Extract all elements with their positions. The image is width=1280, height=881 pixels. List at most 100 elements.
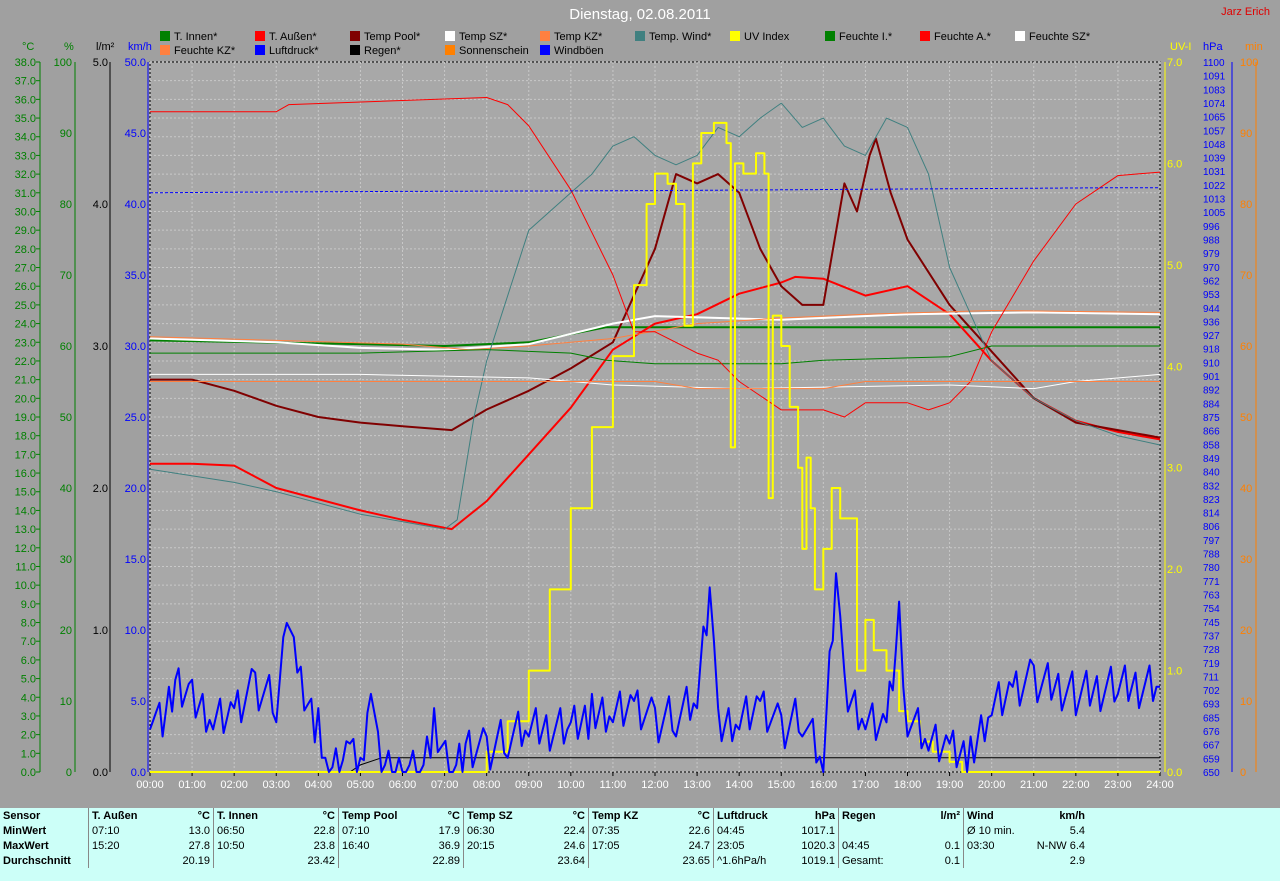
pressure-tick-label: 1013 [1203, 195, 1226, 206]
temp-tick-label: 38.0 [15, 57, 36, 69]
legend-label: Temp SZ* [459, 31, 508, 43]
legend-label: Feuchte A.* [934, 31, 991, 43]
stats-cell: 07:10 [338, 823, 405, 838]
legend-swatch [635, 31, 645, 41]
legend-label: Sonnenschein [459, 45, 529, 57]
sun-tick-label: 10 [1240, 696, 1252, 708]
wind-tick-label: 30.0 [125, 341, 146, 353]
pressure-tick-label: 771 [1203, 577, 1220, 588]
legend-item: Feuchte A.* [920, 31, 991, 43]
pressure-tick-label: 979 [1203, 249, 1220, 260]
temp-tick-label: 7.0 [21, 636, 36, 648]
pressure-tick-label: 1005 [1203, 208, 1226, 219]
temp-tick-label: 14.0 [15, 505, 36, 517]
pressure-tick-label: 693 [1203, 700, 1220, 711]
stats-cell [88, 853, 155, 868]
stats-cell: 23.64 [557, 854, 585, 867]
legend-item: Temp KZ* [540, 31, 602, 43]
rain-tick-label: 3.0 [93, 341, 108, 353]
sun-tick-label: 50 [1240, 412, 1252, 424]
legend-item: Temp Pool* [350, 31, 420, 43]
pressure-tick-label: 970 [1203, 263, 1220, 274]
pressure-tick-label: 788 [1203, 550, 1220, 561]
stats-cell: T. Außen [88, 808, 155, 823]
stats-cell [463, 853, 530, 868]
humidity-tick-label: 0 [66, 767, 72, 779]
pressure-tick-label: 910 [1203, 358, 1220, 369]
stats-cell: 23.8 [313, 839, 335, 852]
stats-cell: MaxWert [3, 839, 49, 852]
pressure-tick-label: 1022 [1203, 181, 1226, 192]
pressure-tick-label: 667 [1203, 741, 1220, 752]
stats-cell: Luftdruck [713, 808, 780, 823]
pressure-tick-label: 936 [1203, 317, 1220, 328]
stats-cell: 0.1 [944, 854, 960, 867]
legend-item: Windböen [540, 45, 604, 57]
stats-cell: 07:35 [588, 823, 655, 838]
legend-item: Sonnenschein [445, 45, 529, 57]
x-tick-label: 01:00 [178, 779, 206, 791]
pressure-tick-label: 763 [1203, 591, 1220, 602]
pressure-tick-label: 832 [1203, 481, 1220, 492]
pressure-tick-label: 875 [1203, 413, 1220, 424]
wind-tick-label: 40.0 [125, 199, 146, 211]
legend-swatch [445, 45, 455, 55]
pressure-tick-label: 866 [1203, 427, 1220, 438]
temp-tick-label: 18.0 [15, 431, 36, 443]
stats-cell: Temp SZ [463, 808, 530, 823]
x-tick-label: 23:00 [1104, 779, 1132, 791]
stats-cell: 24.6 [563, 839, 585, 852]
uv-tick-label: 5.0 [1167, 260, 1182, 272]
uv-tick-label: 6.0 [1167, 158, 1182, 170]
legend-swatch [255, 31, 265, 41]
stats-cell: 22.89 [432, 854, 460, 867]
temp-tick-label: 32.0 [15, 169, 36, 181]
legend-item: Regen* [350, 45, 401, 57]
pressure-tick-label: 927 [1203, 331, 1220, 342]
legend-label: Temp Pool* [364, 31, 421, 43]
axis-title: l/m² [96, 41, 115, 53]
uv-tick-label: 0.0 [1167, 767, 1182, 779]
wind-tick-label: 45.0 [125, 128, 146, 140]
temp-tick-label: 11.0 [15, 561, 36, 573]
legend-item: Feuchte I.* [825, 31, 892, 43]
legend-swatch [350, 31, 360, 41]
sun-tick-label: 100 [1240, 57, 1258, 69]
x-tick-label: 04:00 [305, 779, 333, 791]
pressure-tick-label: 814 [1203, 509, 1220, 520]
chart-title: Dienstag, 02.08.2011 [569, 6, 711, 23]
legend-swatch [445, 31, 455, 41]
pressure-tick-label: 858 [1203, 440, 1220, 451]
stats-cell [905, 823, 964, 838]
pressure-tick-label: 944 [1203, 304, 1220, 315]
stats-cell: T. Innen [213, 808, 280, 823]
humidity-tick-label: 60 [60, 341, 72, 353]
pressure-tick-label: 1039 [1203, 154, 1226, 165]
wind-tick-label: 50.0 [125, 57, 146, 69]
x-tick-label: 13:00 [683, 779, 711, 791]
stats-cell: Gesamt: [838, 853, 905, 868]
pressure-tick-label: 918 [1203, 345, 1220, 356]
stats-cell: °C [322, 809, 335, 822]
stats-cell: 04:45 [713, 823, 780, 838]
rain-tick-label: 5.0 [93, 57, 108, 69]
sun-tick-label: 30 [1240, 554, 1252, 566]
legend-item: T. Außen* [255, 31, 317, 43]
stats-cell: 23.42 [307, 854, 335, 867]
stats-cell: 10:50 [213, 838, 280, 853]
temp-tick-label: 35.0 [15, 113, 36, 125]
stats-cell: 20.19 [182, 854, 210, 867]
x-tick-label: 22:00 [1062, 779, 1090, 791]
stats-cell: Wind [963, 808, 1030, 823]
uv-tick-label: 4.0 [1167, 361, 1182, 373]
pressure-tick-label: 996 [1203, 222, 1220, 233]
temp-tick-label: 15.0 [15, 487, 36, 499]
temp-tick-label: 33.0 [15, 150, 36, 162]
pressure-tick-label: 728 [1203, 645, 1220, 656]
author-label: Jarz Erich [1221, 6, 1270, 18]
wind-tick-label: 10.0 [125, 625, 146, 637]
legend-item: Temp. Wind* [635, 31, 711, 43]
pressure-tick-label: 806 [1203, 522, 1220, 533]
sun-tick-label: 20 [1240, 625, 1252, 637]
stats-cell: °C [697, 809, 710, 822]
